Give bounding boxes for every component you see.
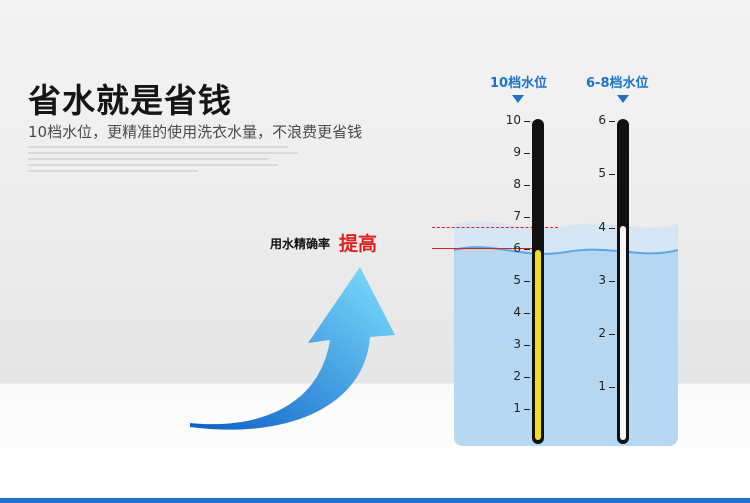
fine-print-lines bbox=[28, 146, 298, 176]
tick-label: 5 bbox=[513, 273, 521, 287]
column-right-title: 6-8档水位 bbox=[586, 76, 649, 91]
tick-label: 6 bbox=[598, 113, 606, 127]
upward-arrow-icon bbox=[190, 267, 395, 430]
tick-label: 6 bbox=[513, 241, 521, 255]
tick-label: 10 bbox=[505, 113, 521, 127]
subline: 10档水位，更精准的使用洗衣水量，不浪费更省钱 bbox=[28, 123, 363, 141]
tick-label: 3 bbox=[513, 337, 521, 351]
tick-label: 4 bbox=[598, 220, 606, 234]
tick-label: 1 bbox=[598, 379, 606, 393]
beaker bbox=[453, 221, 679, 446]
tick-label: 5 bbox=[598, 166, 606, 180]
tick-label: 1 bbox=[513, 401, 521, 415]
tick-label: 2 bbox=[513, 369, 521, 383]
left-gauge-fill bbox=[535, 250, 541, 440]
tick-label: 2 bbox=[598, 326, 606, 340]
tick-label: 8 bbox=[513, 177, 521, 191]
tick-label: 7 bbox=[513, 209, 521, 223]
bottom-bar bbox=[0, 498, 750, 503]
tick-label: 9 bbox=[513, 145, 521, 159]
headline: 省水就是省钱 bbox=[28, 81, 232, 120]
right-gauge-fill bbox=[620, 226, 626, 440]
caret-down-icon bbox=[512, 95, 524, 103]
caret-down-icon bbox=[617, 95, 629, 103]
accuracy-highlight: 提高 bbox=[339, 233, 378, 255]
accuracy-label: 用水精确率 bbox=[270, 237, 331, 251]
tick-label: 3 bbox=[598, 273, 606, 287]
tick-label: 4 bbox=[513, 305, 521, 319]
column-left-title: 10档水位 bbox=[490, 76, 548, 91]
